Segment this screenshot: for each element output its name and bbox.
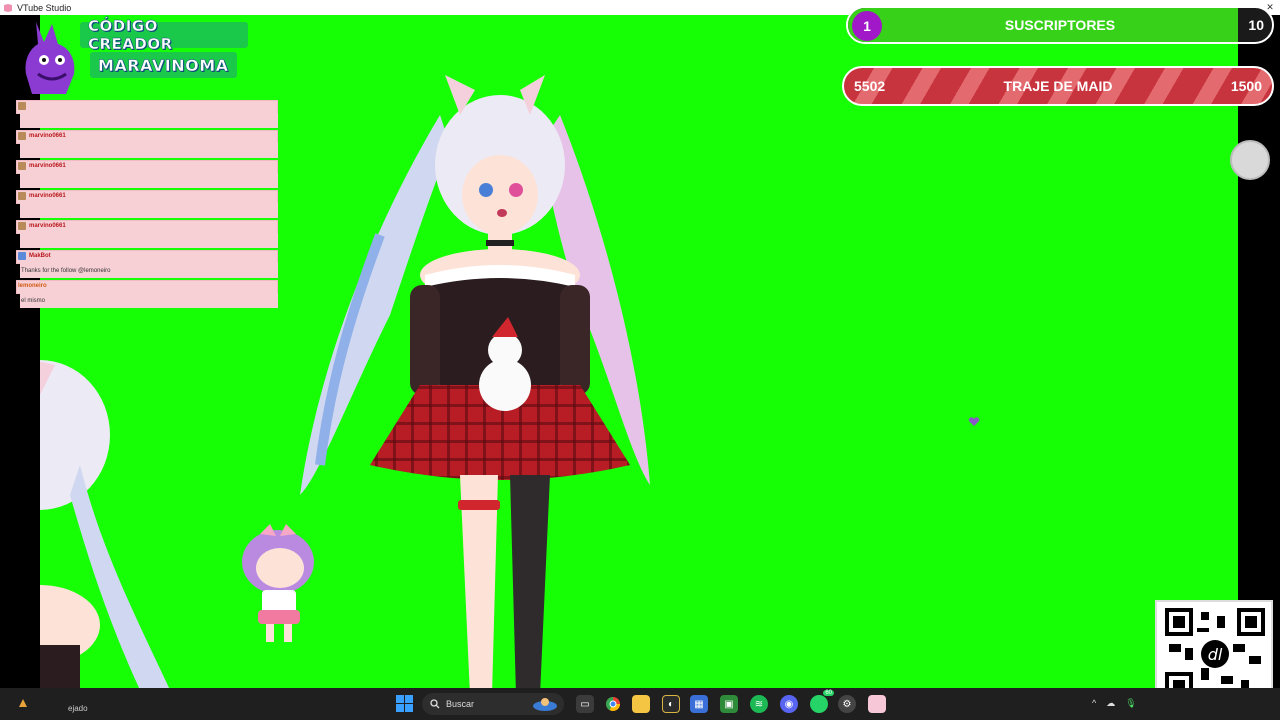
chat-bubble — [16, 250, 278, 264]
chat-username: marvino0661 — [18, 190, 66, 202]
vtuber-avatar[interactable] — [260, 55, 700, 688]
chat-username: MakBot — [18, 250, 51, 262]
minecraft-icon[interactable]: ▣ — [720, 695, 738, 713]
store-icon[interactable]: ▦ — [690, 695, 708, 713]
chat-bubble — [16, 100, 278, 114]
settings-gear-icon[interactable]: ⚙ — [838, 695, 856, 713]
user-badge-icon — [18, 132, 26, 140]
chat-message: marvino0661 — [16, 218, 278, 248]
user-badge-icon — [18, 162, 26, 170]
task-view-icon[interactable]: ▭ — [576, 695, 594, 713]
subscriber-goal-label: SUSCRIPTORES — [1004, 17, 1116, 33]
cloud-icon[interactable]: ☁ — [1106, 698, 1115, 709]
svg-text:dl: dl — [1208, 645, 1223, 664]
vtube-icon[interactable] — [868, 695, 886, 713]
chat-text — [20, 113, 278, 128]
taskbar-search[interactable]: Buscar — [422, 693, 564, 715]
chat-text — [20, 203, 278, 218]
creator-code-panel: CÓDIGO CREADOR MARAVINOMA — [18, 17, 248, 98]
chat-message: MakBot Thanks for the follow @lemoneiro — [16, 248, 278, 278]
creator-code-name: MARAVINOMA — [90, 52, 237, 78]
chevron-up-icon[interactable]: ^ — [1092, 698, 1096, 709]
chat-text: Thanks for the follow @lemoneiro — [20, 263, 278, 278]
settings-toggle-button[interactable] — [1230, 140, 1270, 180]
taskbar-left-text: ejado — [68, 704, 88, 713]
whatsapp-badge: 60 — [823, 690, 834, 696]
user-badge-icon — [18, 192, 26, 200]
chat-overlay: marvino0661 marvino0661 marvino0661 marv… — [16, 98, 278, 308]
user-badge-icon — [18, 102, 26, 110]
obs-icon[interactable]: ◐ — [662, 695, 680, 713]
llama-icon — [25, 22, 75, 94]
desktop: VTube Studio — ▭ ✕ — [0, 0, 1280, 720]
creator-code-title: CÓDIGO CREADOR — [80, 17, 248, 53]
chat-username: marvino0661 — [18, 160, 66, 172]
chat-message: marvino0661 — [16, 128, 278, 158]
windows-start-icon[interactable] — [396, 695, 413, 712]
small-heart-icon — [968, 417, 980, 426]
microphone-icon[interactable]: 🎙 — [1125, 698, 1136, 709]
chibi-character — [242, 524, 314, 642]
user-badge-icon — [18, 222, 26, 230]
chat-message: marvino0661 — [16, 158, 278, 188]
chat-text: el mismo — [20, 293, 278, 308]
chat-username — [18, 100, 29, 112]
qr-code-image: dl — [1165, 608, 1265, 700]
spotify-icon[interactable]: ≋ — [750, 695, 768, 713]
maid-goal-bar: 5502 TRAJE DE MAID 1500 — [842, 66, 1274, 106]
maid-goal-label: TRAJE DE MAID — [1003, 78, 1113, 94]
search-highlight-icon — [533, 698, 557, 711]
bot-badge-icon — [18, 252, 26, 260]
chat-username: marvino0661 — [18, 130, 66, 142]
chat-username: marvino0661 — [18, 220, 66, 232]
chat-message — [16, 98, 278, 128]
subscriber-goal-target: 10 — [1248, 17, 1264, 33]
chat-text — [20, 173, 278, 188]
chat-text — [20, 143, 278, 158]
chrome-icon[interactable] — [604, 695, 622, 713]
discord-icon[interactable]: ◉ — [780, 695, 798, 713]
chat-text — [20, 233, 278, 248]
search-icon — [430, 699, 440, 709]
chat-bubble — [16, 280, 278, 294]
chat-message: marvino0661 — [16, 188, 278, 218]
avatar-closeup — [40, 360, 170, 688]
whatsapp-icon[interactable]: 60 — [810, 690, 834, 713]
maid-goal-target: 1500 — [1230, 78, 1262, 94]
taskbar: ejado Buscar ▭ ◐ ▦ ▣ ≋ ◉ 60 ⚙ ^ ☁ 🎙 — [0, 688, 1280, 720]
system-tray: ^ ☁ 🎙 — [1092, 698, 1137, 709]
subscriber-goal-bar: 1 SUSCRIPTORES 10 — [846, 6, 1274, 44]
chat-username: lemoneiro — [18, 283, 47, 289]
widget-icon[interactable] — [18, 698, 28, 708]
vtube-studio-icon — [4, 3, 12, 12]
chat-message: lemoneiro el mismo — [16, 278, 278, 308]
search-placeholder: Buscar — [446, 699, 475, 709]
file-explorer-icon[interactable] — [632, 695, 650, 713]
